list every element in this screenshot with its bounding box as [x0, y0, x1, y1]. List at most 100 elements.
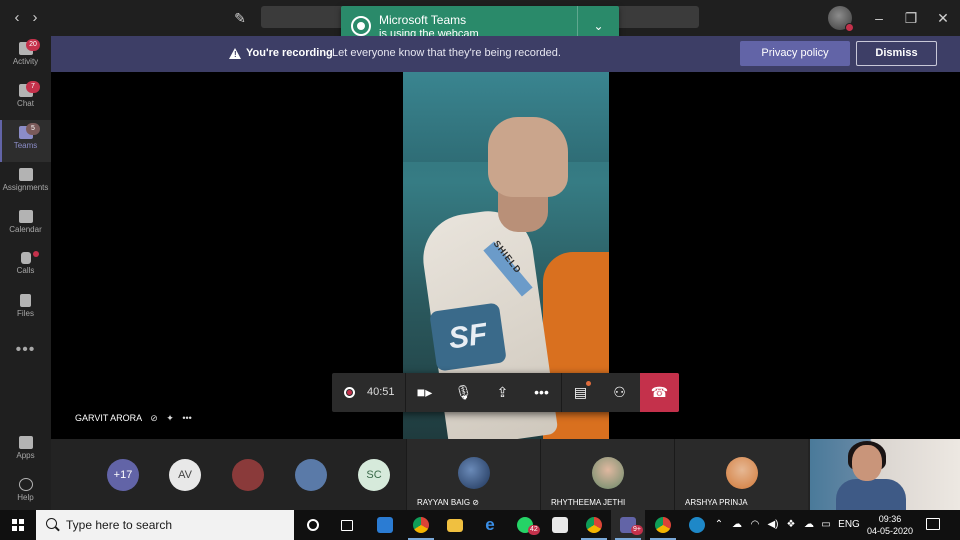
activity-badge: 20: [26, 39, 40, 51]
taskbar-help-app[interactable]: [680, 510, 714, 540]
presenter-name: GARVIT ARORA: [75, 413, 142, 423]
participant-avatar-photo[interactable]: [232, 459, 264, 491]
participant-avatar: [592, 457, 624, 489]
video-fist: [488, 117, 568, 197]
camera-icon: ■▸: [416, 384, 433, 400]
rail-item-files[interactable]: Files: [0, 288, 51, 330]
more-actions-button[interactable]: •••: [522, 373, 561, 412]
recording-message: Let everyone know that they're being rec…: [332, 47, 561, 59]
calls-dot-badge: [33, 251, 39, 257]
rail-item-calendar[interactable]: Calendar: [0, 204, 51, 246]
rail-item-calls[interactable]: Calls: [0, 246, 51, 288]
windows-taskbar: Type here to search e 42 9+ ⌃ ☁ ◠ ◀) ❖ ☁…: [0, 510, 960, 540]
taskbar-chrome-2[interactable]: [577, 510, 611, 540]
edge-icon: e: [485, 515, 495, 534]
taskbar-whatsapp[interactable]: 42: [508, 510, 542, 540]
file-icon: [20, 294, 31, 307]
taskbar-search-input[interactable]: Type here to search: [36, 510, 294, 540]
participant-tile[interactable]: RHYTHEEMA JETHI: [540, 439, 674, 510]
toast-title: Microsoft Teams: [379, 13, 467, 27]
rail-item-activity[interactable]: Activity 20: [0, 36, 51, 78]
battery-icon[interactable]: ▭: [818, 510, 834, 540]
more-apps-icon[interactable]: •••: [0, 341, 51, 359]
chrome-icon: [586, 517, 602, 533]
store-icon: [552, 517, 568, 533]
language-indicator[interactable]: ENG: [836, 510, 862, 540]
video-logo: SF: [429, 302, 507, 372]
notification-center-icon[interactable]: [926, 518, 940, 530]
presenter-name-label: GARVIT ARORA ⊘ ✦ •••: [75, 413, 192, 424]
pin-icon[interactable]: ✦: [166, 413, 174, 424]
mic-off-icon: ⊘: [472, 498, 479, 507]
taskbar-edge[interactable]: e: [473, 510, 507, 540]
taskbar-store[interactable]: [543, 510, 577, 540]
people-icon: ⚇: [613, 384, 626, 400]
task-view-icon: [341, 520, 353, 531]
rail-label: Teams: [13, 141, 38, 150]
compose-icon[interactable]: ✎: [230, 8, 250, 28]
mic-button[interactable]: 🎙︎: [444, 373, 483, 412]
call-controls: 40:51 ■▸ 🎙︎ ⇪ ••• ▤ ⚇ ☎: [332, 373, 679, 412]
participant-tile[interactable]: ARSHYA PRINJA: [674, 439, 808, 510]
rail-item-teams[interactable]: Teams 5: [0, 120, 51, 162]
minimize-icon[interactable]: –: [870, 9, 888, 27]
participant-avatar-sc[interactable]: SC: [358, 459, 390, 491]
participant-strip: +17 AV SC RAYYAN BAIG ⊘ RHYTHEEMA JETHI …: [51, 439, 960, 510]
hang-up-button[interactable]: ☎: [640, 373, 679, 412]
more-options-icon[interactable]: •••: [182, 413, 191, 423]
system-clock[interactable]: 09:36 04-05-2020: [862, 513, 918, 537]
wifi-icon[interactable]: ◠: [747, 510, 763, 540]
teams-window: ‹ › ✎ Type a command – ❐ ✕ Microsoft Tea…: [0, 0, 960, 540]
taskbar-mail[interactable]: [368, 510, 402, 540]
phone-icon: [20, 252, 31, 264]
whatsapp-badge: 42: [528, 525, 540, 535]
start-button[interactable]: [0, 510, 36, 540]
participant-name: RAYYAN BAIG ⊘: [417, 498, 479, 507]
participants-button[interactable]: ⚇: [600, 373, 639, 412]
volume-icon[interactable]: ◀): [765, 510, 781, 540]
participant-tile[interactable]: RAYYAN BAIG ⊘: [406, 439, 540, 510]
self-view-video[interactable]: [810, 439, 960, 510]
privacy-policy-button[interactable]: Privacy policy: [740, 41, 850, 66]
share-button[interactable]: ⇪: [483, 373, 522, 412]
camera-button[interactable]: ■▸: [405, 373, 444, 412]
participant-avatar-av[interactable]: AV: [169, 459, 201, 491]
onedrive-icon[interactable]: ☁: [729, 510, 745, 540]
rail-item-apps[interactable]: Apps: [0, 430, 51, 472]
rail-item-help[interactable]: Help: [0, 472, 51, 510]
taskbar-chrome-3[interactable]: [646, 510, 680, 540]
overflow-participants-button[interactable]: +17: [107, 459, 139, 491]
back-arrow-icon[interactable]: ‹: [8, 9, 26, 27]
task-view-button[interactable]: [330, 510, 364, 540]
taskbar-teams[interactable]: 9+: [611, 510, 645, 540]
folder-icon: [447, 519, 463, 532]
rail-label: Calendar: [9, 225, 42, 234]
clock-date: 04-05-2020: [866, 526, 914, 536]
restore-icon[interactable]: ❐: [902, 9, 920, 27]
call-timer: 40:51: [367, 386, 395, 398]
close-icon[interactable]: ✕: [934, 9, 952, 27]
taskbar-explorer[interactable]: [438, 510, 472, 540]
dismiss-button[interactable]: Dismiss: [856, 41, 937, 66]
profile-avatar[interactable]: [828, 6, 854, 32]
cloud-sync-icon[interactable]: ☁: [801, 510, 817, 540]
participant-avatar-photo[interactable]: [295, 459, 327, 491]
calendar-icon: [18, 210, 33, 223]
rail-item-assignments[interactable]: Assignments: [0, 162, 51, 204]
chat-badge: 7: [26, 81, 40, 93]
taskbar-chrome-1[interactable]: [404, 510, 438, 540]
cortana-button[interactable]: [296, 510, 330, 540]
search-icon: [46, 518, 57, 529]
chat-button[interactable]: ▤: [561, 373, 600, 412]
mic-off-icon: ⊘: [150, 413, 158, 423]
dropbox-icon[interactable]: ❖: [783, 510, 799, 540]
clock-time: 09:36: [878, 514, 902, 524]
show-hidden-icons-icon[interactable]: ⌃: [712, 510, 726, 540]
rail-label: Files: [17, 309, 34, 318]
forward-arrow-icon[interactable]: ›: [26, 9, 44, 27]
help-app-icon: [689, 517, 705, 533]
self-body: [836, 479, 906, 510]
mail-icon: [377, 517, 393, 533]
help-icon: [18, 478, 33, 491]
rail-item-chat[interactable]: Chat 7: [0, 78, 51, 120]
